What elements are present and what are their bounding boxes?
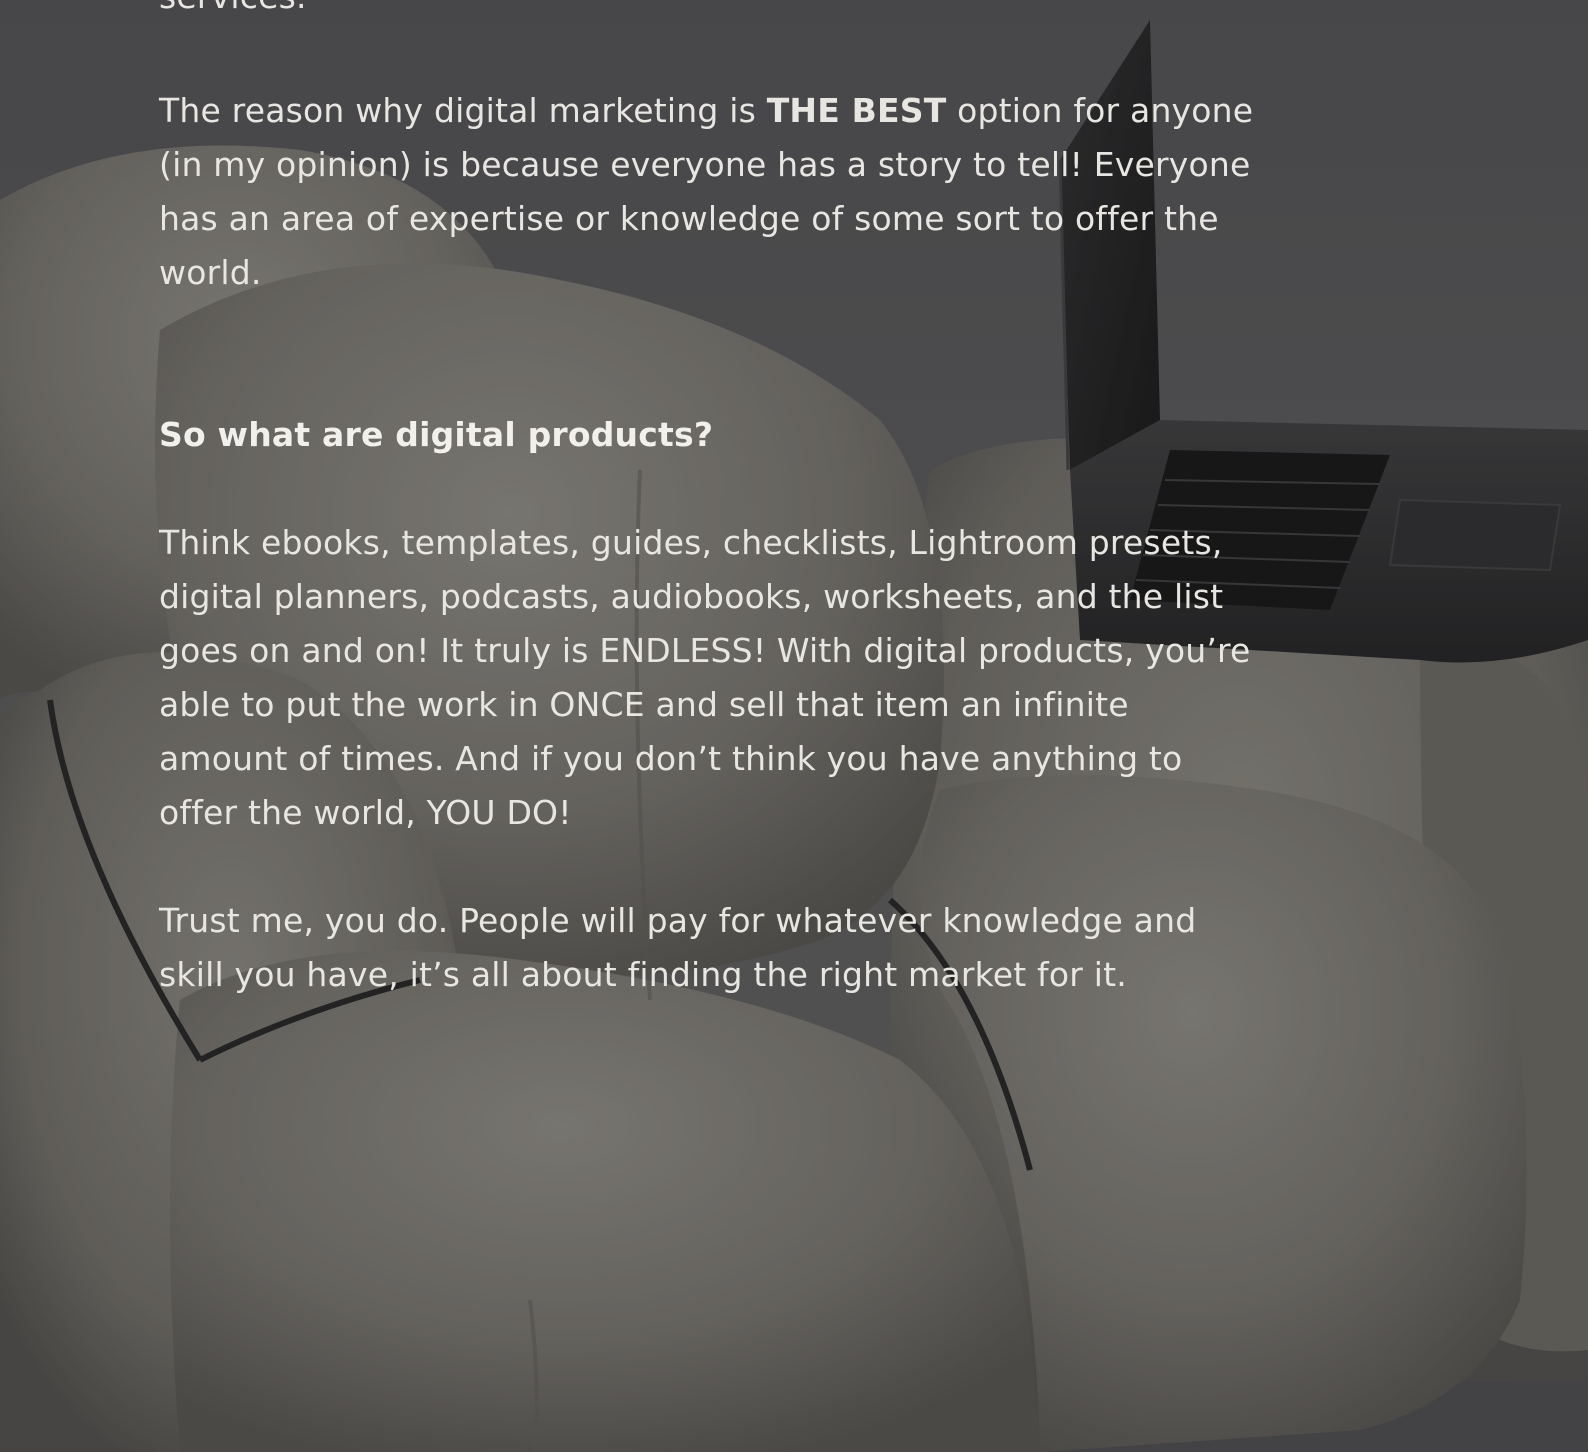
intro-tail-text: services.	[159, 0, 307, 24]
section-heading: So what are digital products?	[159, 415, 714, 454]
paragraph-1-line-4: world.	[159, 253, 262, 292]
paragraph-2-line-6: offer the world, YOU DO!	[159, 793, 572, 832]
paragraph-2-line-1: Think ebooks, templates, guides, checkli…	[159, 523, 1223, 562]
emphasis-text: THE BEST	[766, 91, 947, 130]
paragraph-1-line-1: The reason why digital marketing is THE …	[159, 84, 1253, 138]
paragraph-2-line-3: goes on and on! It truly is ENDLESS! Wit…	[159, 631, 1251, 670]
paragraph-2-line-5: amount of times. And if you don’t think …	[159, 739, 1183, 778]
paragraph-3-line-1: Trust me, you do. People will pay for wh…	[159, 901, 1197, 940]
paragraph-2-line-4: able to put the work in ONCE and sell th…	[159, 685, 1129, 724]
paragraph-3-line-2: skill you have, it’s all about finding t…	[159, 955, 1127, 994]
paragraph-1-text: option for anyone	[946, 91, 1254, 130]
paragraph-1-line-2: (in my opinion) is because everyone has …	[159, 145, 1251, 184]
paragraph-2-line-2: digital planners, podcasts, audiobooks, …	[159, 577, 1224, 616]
paragraph-1-line-3: has an area of expertise or knowledge of…	[159, 199, 1219, 238]
paragraph-1-text: The reason why digital marketing is	[159, 91, 767, 130]
